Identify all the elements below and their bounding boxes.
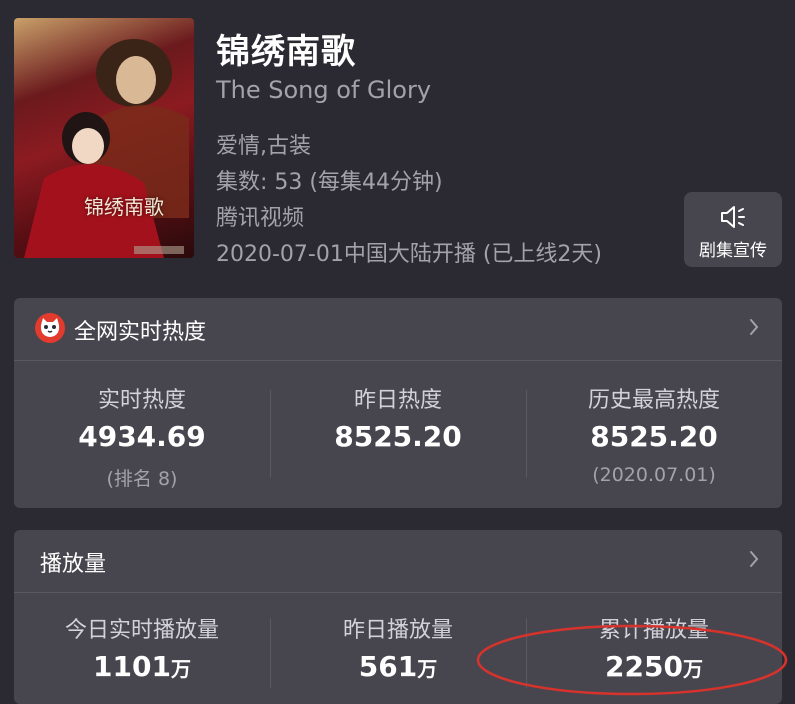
premiere-text: 2020-07-01中国大陆开播 (已上线2天) (216, 242, 603, 267)
stat-value: 8525.20 (590, 420, 718, 453)
show-title: 锦绣南歌 (216, 32, 356, 72)
stat-date: (2020.07.01) (592, 464, 716, 486)
stat-number: 2250 (605, 650, 683, 683)
promo-button[interactable]: 剧集宣传 (684, 192, 782, 267)
stat-label: 昨日热度 (353, 388, 442, 413)
speaker-icon (721, 206, 745, 228)
plays-stat-total[interactable]: 累计播放量 2250万 (526, 592, 782, 704)
stat-rank: (排名 8) (106, 468, 178, 490)
stat-label: 昨日播放量 (342, 618, 453, 643)
cat-logo-icon (35, 313, 65, 343)
stat-value: 8525.20 (334, 420, 462, 453)
plays-stat-today[interactable]: 今日实时播放量 1101万 (14, 592, 270, 704)
poster-artwork (24, 39, 189, 258)
heat-stat-peak[interactable]: 历史最高热度 8525.20 (2020.07.01) (526, 360, 782, 508)
stat-label: 历史最高热度 (587, 388, 720, 413)
genre-text: 爱情,古装 (216, 134, 311, 159)
stat-label: 今日实时播放量 (64, 618, 219, 643)
stat-value: 2250万 (526, 650, 782, 683)
heat-card: 全网实时热度 实时热度 4934.69 (排名 8) 昨日热度 8525.20 … (14, 298, 782, 508)
stat-value: 561万 (270, 650, 526, 683)
chevron-right-icon (750, 551, 759, 567)
promo-label: 剧集宣传 (699, 241, 767, 261)
stat-label: 累计播放量 (598, 618, 709, 643)
show-poster[interactable]: 锦绣南歌 (14, 18, 194, 258)
heat-stat-yesterday[interactable]: 昨日热度 8525.20 (270, 360, 526, 508)
stat-label: 实时热度 (97, 388, 186, 413)
platform-text: 腾讯视频 (216, 206, 305, 231)
heat-card-header[interactable]: 全网实时热度 (14, 298, 782, 361)
plays-card-title: 播放量 (40, 552, 107, 577)
stat-value: 4934.69 (78, 420, 206, 453)
stat-number: 1101 (93, 650, 171, 683)
show-subtitle: The Song of Glory (216, 76, 432, 104)
stat-unit: 万 (682, 657, 703, 681)
heat-stat-realtime[interactable]: 实时热度 4934.69 (排名 8) (14, 360, 270, 508)
poster-title-text: 锦绣南歌 (84, 195, 164, 219)
chevron-right-icon (750, 319, 759, 335)
episodes-text: 集数: 53 (每集44分钟) (216, 170, 443, 195)
stat-unit: 万 (170, 657, 191, 681)
stat-unit: 万 (417, 657, 438, 681)
plays-stat-yesterday[interactable]: 昨日播放量 561万 (270, 592, 526, 704)
stat-number: 561 (358, 650, 418, 683)
plays-card-header[interactable]: 播放量 (14, 530, 782, 593)
stat-value: 1101万 (14, 650, 270, 683)
plays-card: 播放量 今日实时播放量 1101万 昨日播放量 561万 累计播放量 2250万 (14, 530, 782, 704)
heat-card-title: 全网实时热度 (74, 320, 207, 345)
